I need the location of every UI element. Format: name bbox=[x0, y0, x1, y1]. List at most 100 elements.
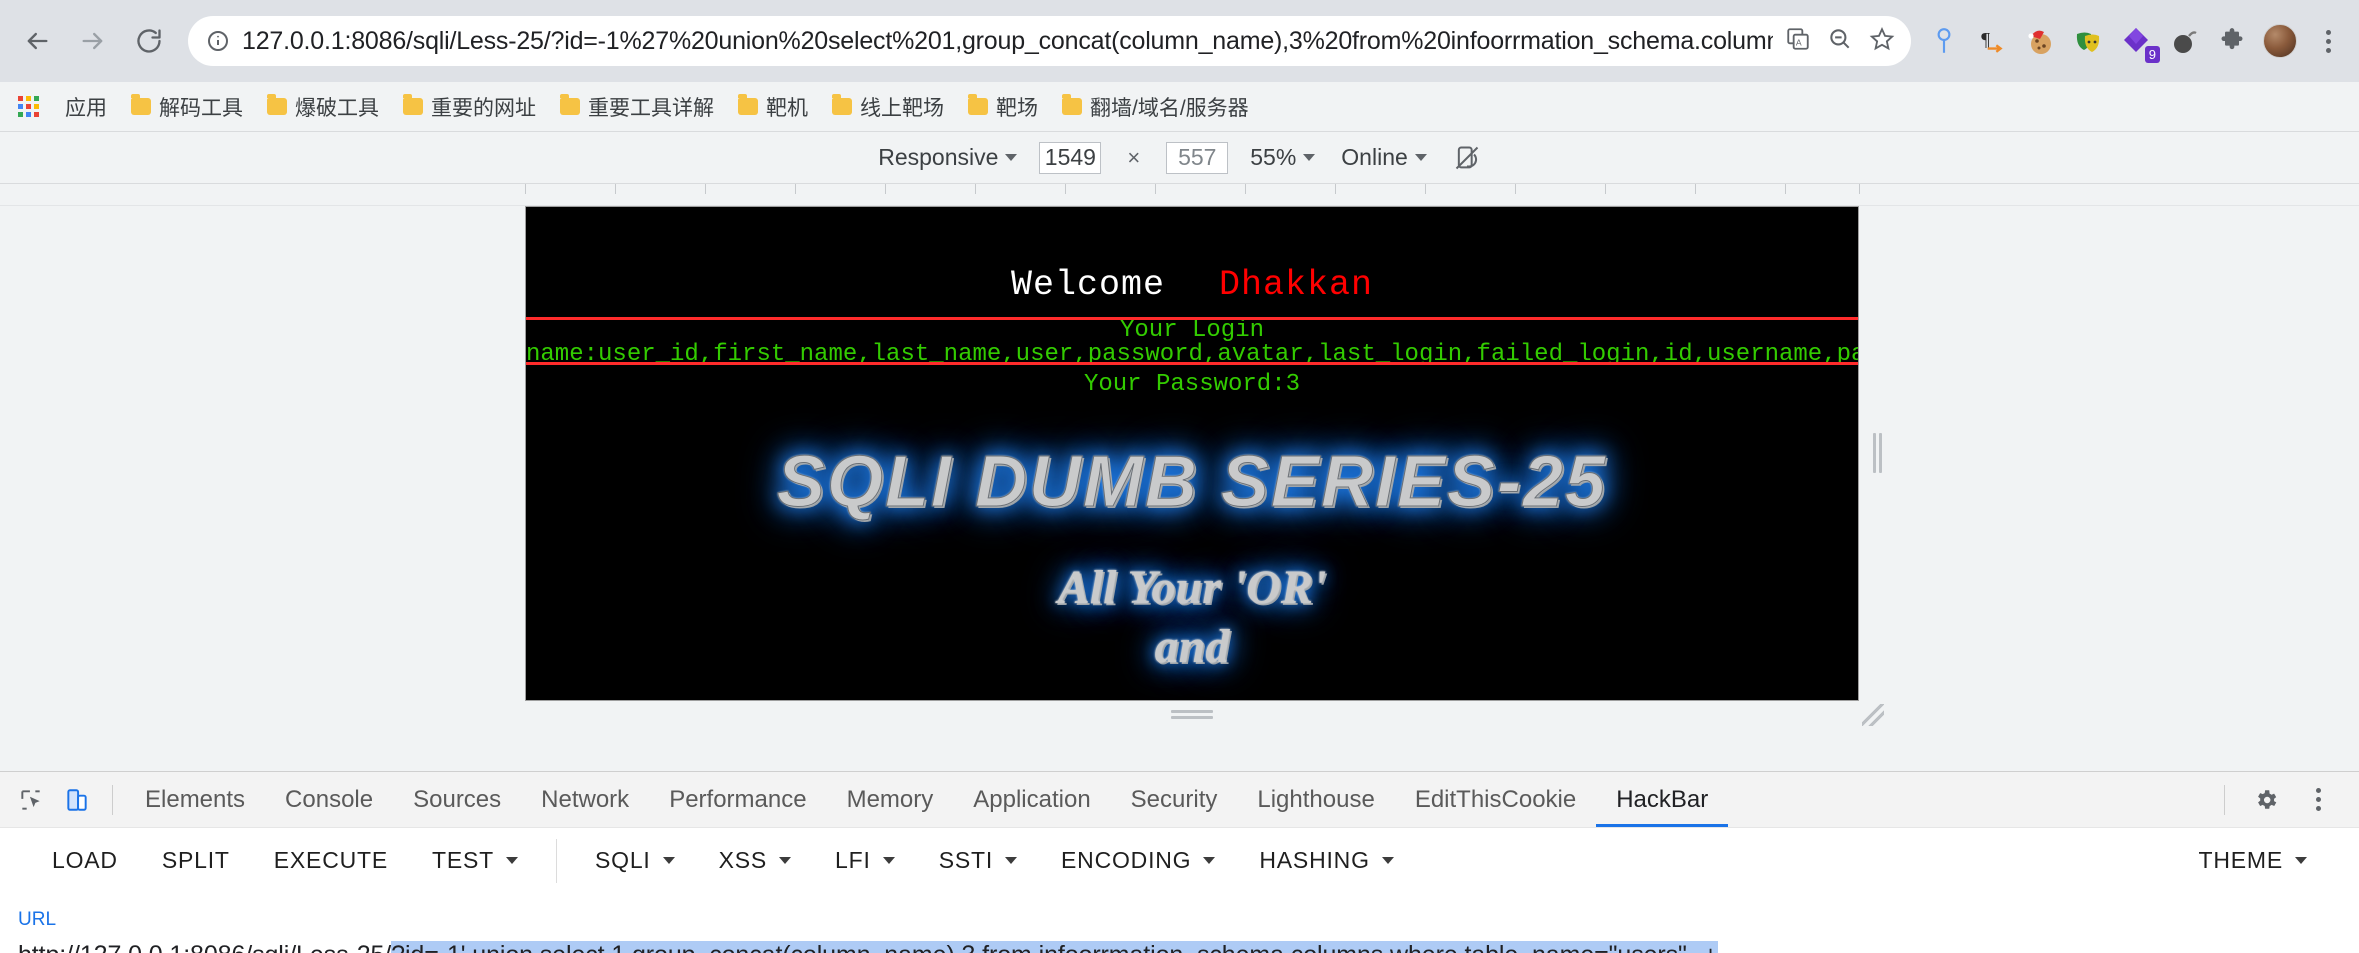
tab-performance[interactable]: Performance bbox=[649, 772, 826, 827]
zoom-out-icon[interactable] bbox=[1827, 26, 1853, 57]
hackbar-ssti-dropdown[interactable]: SSTI bbox=[917, 839, 1039, 882]
chevron-down-icon bbox=[505, 857, 518, 864]
translate-icon[interactable]: A bbox=[1785, 26, 1811, 57]
viewport-resize-handle-bottom[interactable] bbox=[1171, 710, 1213, 720]
info-circle-icon[interactable] bbox=[204, 27, 232, 55]
viewport-width-input[interactable]: 1549 bbox=[1039, 141, 1102, 174]
hackbar-sqli-dropdown[interactable]: SQLI bbox=[573, 839, 697, 882]
folder-icon bbox=[267, 94, 287, 115]
bookmark-folder[interactable]: 重要的网址 bbox=[393, 87, 546, 127]
cookie-santa-icon[interactable] bbox=[2023, 24, 2057, 58]
url-selected-text: ?id=-1' union select 1,group_concat(colu… bbox=[391, 941, 1718, 953]
page-subtitle: All Your 'OR' and bbox=[526, 559, 1858, 676]
bookmarks-bar: 应用 解码工具 爆破工具 重要的网址 重要工具详解 靶机 线上靶场 靶场 翻墙/… bbox=[0, 82, 2359, 132]
device-preset-dropdown[interactable]: Responsive bbox=[874, 142, 1021, 173]
bookmark-folder[interactable]: 线上靶场 bbox=[822, 87, 954, 127]
tab-sources[interactable]: Sources bbox=[393, 772, 521, 827]
chevron-down-icon bbox=[1381, 857, 1394, 864]
purple-diamond-icon[interactable]: 9 bbox=[2119, 24, 2160, 63]
device-controls: Responsive 1549 × 557 55% Online bbox=[874, 141, 1485, 174]
theater-masks-icon[interactable] bbox=[2071, 24, 2105, 58]
sqli-result-block: Your Login name:user_id,first_name,last_… bbox=[526, 319, 1858, 397]
tab-hackbar[interactable]: HackBar bbox=[1596, 772, 1728, 827]
rotate-device-icon[interactable] bbox=[1449, 142, 1485, 174]
tab-console[interactable]: Console bbox=[265, 772, 393, 827]
tab-memory[interactable]: Memory bbox=[827, 772, 954, 827]
emulated-device-frame: Welcome Dhakkan Your Login name:user_id,f… bbox=[525, 206, 1859, 701]
folder-icon bbox=[738, 94, 758, 115]
back-arrow-icon[interactable] bbox=[14, 18, 60, 64]
kebab-menu-icon[interactable] bbox=[2295, 777, 2341, 823]
tab-network[interactable]: Network bbox=[521, 772, 649, 827]
test-label: TEST bbox=[432, 847, 494, 873]
chrome-menu-icon[interactable] bbox=[2311, 24, 2345, 58]
hackbar-url-panel: URL http://127.0.0.1:8086/sqli/Less-25/?… bbox=[0, 893, 2359, 953]
forward-arrow-icon[interactable] bbox=[70, 18, 116, 64]
chevron-down-icon bbox=[882, 857, 895, 864]
hackbar-execute-button[interactable]: EXECUTE bbox=[252, 839, 410, 882]
folder-icon bbox=[560, 94, 580, 115]
bookmark-label: 翻墙/域名/服务器 bbox=[1090, 96, 1249, 120]
svg-text:¶: ¶ bbox=[1981, 29, 1990, 50]
address-bar[interactable]: 127.0.0.1:8086/sqli/Less-25/?id=-1%27%20… bbox=[188, 16, 1911, 66]
hackbar-theme-dropdown[interactable]: THEME bbox=[2177, 839, 2330, 882]
location-pin-icon[interactable] bbox=[1927, 24, 1961, 58]
star-icon[interactable] bbox=[1869, 26, 1895, 57]
hackbar-divider bbox=[555, 838, 557, 883]
tab-lighthouse[interactable]: Lighthouse bbox=[1237, 772, 1394, 827]
viewport-ruler bbox=[0, 184, 2359, 206]
address-bar-url[interactable]: 127.0.0.1:8086/sqli/Less-25/?id=-1%27%20… bbox=[242, 27, 1773, 56]
split-label: SPLIT bbox=[161, 847, 230, 873]
gear-icon[interactable] bbox=[2243, 777, 2289, 823]
login-label-line: Your Login bbox=[1119, 317, 1265, 344]
bookmark-folder[interactable]: 靶场 bbox=[958, 87, 1048, 127]
hackbar-encoding-dropdown[interactable]: ENCODING bbox=[1039, 839, 1237, 882]
folder-icon bbox=[832, 94, 852, 115]
password-line: Your Password:3 bbox=[1083, 371, 1301, 398]
url-prefix: http://127.0.0.1:8086/sqli/Less-25/ bbox=[18, 941, 391, 953]
apps-grid-icon[interactable] bbox=[18, 96, 39, 117]
device-emulation-toolbar: Responsive 1549 × 557 55% Online bbox=[0, 132, 2359, 184]
viewport-resize-handle-corner[interactable] bbox=[1862, 704, 1884, 726]
bookmark-label: 靶场 bbox=[996, 96, 1038, 120]
hackbar-load-button[interactable]: LOAD bbox=[30, 839, 140, 882]
reload-icon[interactable] bbox=[126, 18, 172, 64]
bookmark-label: 重要工具详解 bbox=[588, 96, 714, 120]
url-input[interactable]: http://127.0.0.1:8086/sqli/Less-25/?id=-… bbox=[18, 941, 2341, 953]
viewport-height-input[interactable]: 557 bbox=[1166, 141, 1229, 174]
throttling-label: Online bbox=[1341, 144, 1408, 170]
tab-security[interactable]: Security bbox=[1111, 772, 1238, 827]
tab-elements[interactable]: Elements bbox=[125, 772, 265, 827]
chevron-down-icon bbox=[779, 857, 792, 864]
hackbar-hashing-dropdown[interactable]: HASHING bbox=[1237, 839, 1415, 882]
bookmark-folder[interactable]: 靶机 bbox=[728, 87, 818, 127]
puzzle-piece-icon[interactable] bbox=[2215, 24, 2249, 58]
user-name-text: Dhakkan bbox=[1219, 265, 1374, 305]
inspect-element-icon[interactable] bbox=[8, 777, 54, 823]
network-throttling-dropdown[interactable]: Online bbox=[1337, 142, 1430, 173]
bomb-icon[interactable] bbox=[2167, 24, 2201, 58]
subtitle-line-1: All Your 'OR' bbox=[1057, 561, 1327, 614]
devtools-right-actions bbox=[2212, 777, 2351, 823]
hackbar-split-button[interactable]: SPLIT bbox=[140, 839, 252, 882]
bookmark-folder[interactable]: 爆破工具 bbox=[257, 87, 389, 127]
bookmark-apps[interactable]: 应用 bbox=[55, 87, 117, 127]
hackbar-test-dropdown[interactable]: TEST bbox=[410, 839, 540, 882]
device-toolbar-icon[interactable] bbox=[54, 777, 100, 823]
bookmark-folder[interactable]: 解码工具 bbox=[121, 87, 253, 127]
hackbar-lfi-dropdown[interactable]: LFI bbox=[813, 839, 917, 882]
hashing-label: HASHING bbox=[1259, 847, 1370, 873]
zoom-dropdown[interactable]: 55% bbox=[1246, 142, 1319, 173]
tab-editthiscookie[interactable]: EditThisCookie bbox=[1395, 772, 1596, 827]
tab-application[interactable]: Application bbox=[953, 772, 1110, 827]
extension-badge-count: 9 bbox=[2144, 46, 2160, 63]
page-title: SQLI DUMB SERIES-25 bbox=[776, 442, 1608, 523]
bookmark-label: 重要的网址 bbox=[431, 96, 536, 120]
hackbar-xss-dropdown[interactable]: XSS bbox=[697, 839, 813, 882]
bookmark-label: 解码工具 bbox=[159, 96, 243, 120]
avatar[interactable] bbox=[2263, 24, 2297, 58]
viewport-resize-handle-right[interactable] bbox=[1873, 433, 1883, 473]
pilcrow-icon[interactable]: ¶ bbox=[1975, 24, 2009, 58]
bookmark-folder[interactable]: 重要工具详解 bbox=[550, 87, 724, 127]
bookmark-folder[interactable]: 翻墙/域名/服务器 bbox=[1052, 87, 1259, 127]
